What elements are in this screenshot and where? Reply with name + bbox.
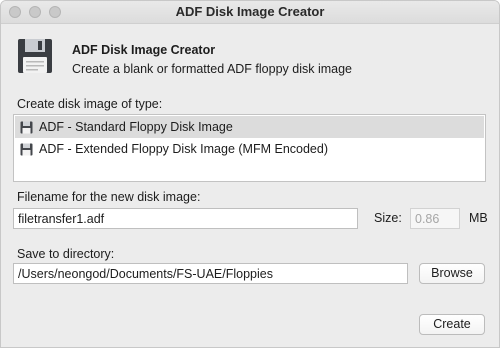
list-item-label: ADF - Extended Floppy Disk Image (MFM En…	[39, 142, 328, 156]
list-item-label: ADF - Standard Floppy Disk Image	[39, 120, 233, 134]
size-label: Size:	[374, 211, 402, 225]
header-subtitle: Create a blank or formatted ADF floppy d…	[72, 62, 352, 76]
floppy-disk-icon	[20, 143, 33, 155]
disk-type-list[interactable]: ADF - Standard Floppy Disk Image ADF - E…	[13, 114, 486, 182]
filename-label: Filename for the new disk image:	[17, 190, 201, 204]
create-button[interactable]: Create	[419, 314, 485, 335]
directory-input[interactable]	[13, 263, 408, 284]
filename-input[interactable]	[13, 208, 358, 229]
directory-label: Save to directory:	[17, 247, 115, 261]
disk-type-label: Create disk image of type:	[17, 97, 163, 111]
size-unit: MB	[469, 211, 488, 225]
size-field	[410, 208, 460, 229]
header-title: ADF Disk Image Creator	[72, 43, 216, 57]
window-title: ADF Disk Image Creator	[175, 4, 325, 19]
browse-button[interactable]: Browse	[419, 263, 485, 284]
adf-creator-window: ADF Disk Image Creator ADF Disk Image Cr…	[0, 0, 500, 348]
title-bar[interactable]: ADF Disk Image Creator	[1, 1, 499, 24]
list-item-standard-adf[interactable]: ADF - Standard Floppy Disk Image	[15, 116, 484, 138]
list-item-extended-adf[interactable]: ADF - Extended Floppy Disk Image (MFM En…	[15, 138, 484, 160]
floppy-disk-icon	[18, 39, 52, 73]
floppy-disk-icon	[20, 121, 33, 133]
